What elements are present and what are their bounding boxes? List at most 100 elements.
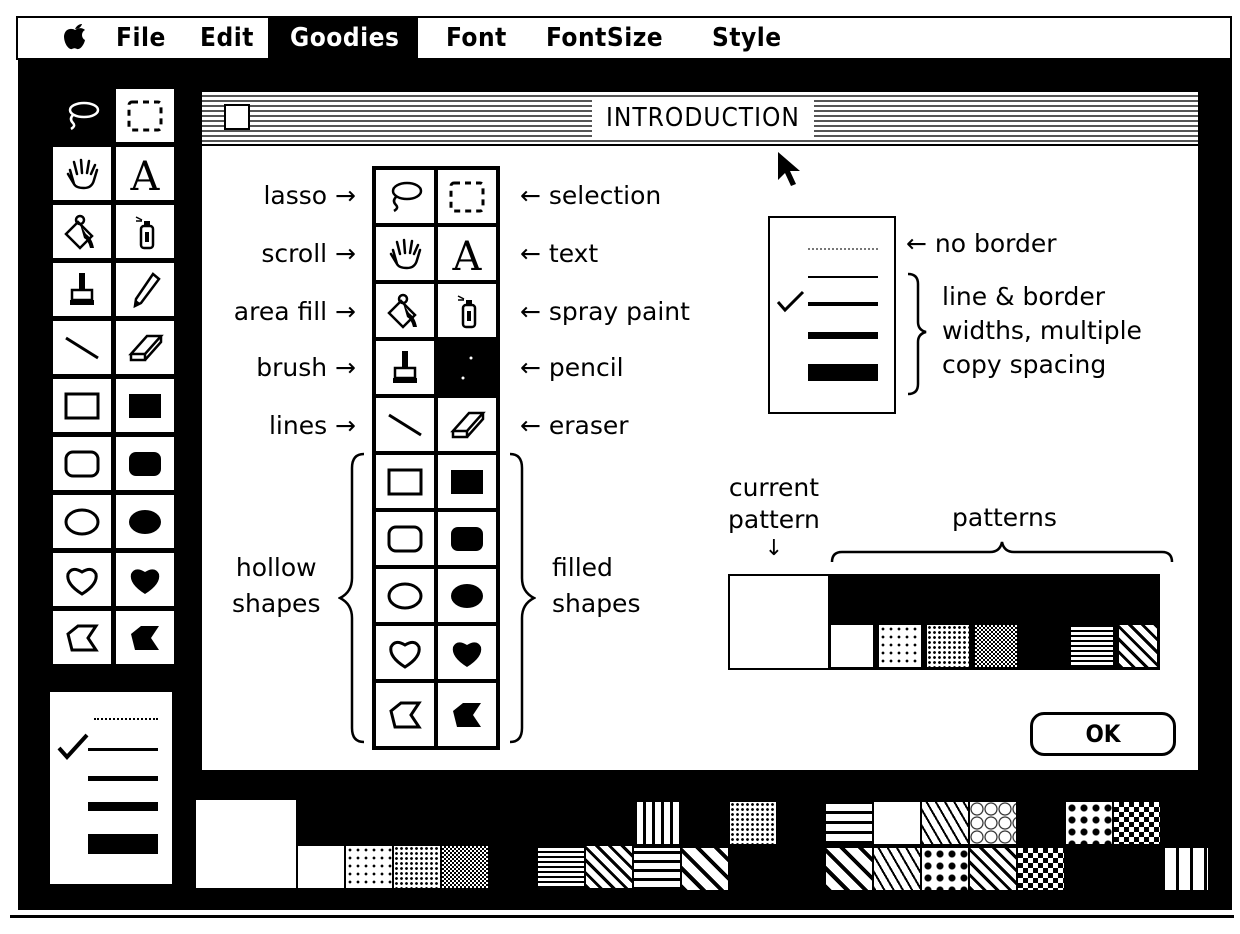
line-width-2[interactable] [88,776,158,781]
menu-font[interactable]: Font [436,18,517,58]
menu-goodies[interactable]: Goodies [268,18,418,58]
checkmark-icon [776,290,805,313]
tool-hollow-polygon[interactable] [52,610,112,665]
pattern-swatch[interactable] [826,802,872,844]
pattern-swatch[interactable] [394,846,440,888]
filled-polygon-icon [131,625,159,650]
pattern-swatch[interactable] [1114,802,1160,844]
menu-edit[interactable]: Edit [190,18,264,58]
line-width-none[interactable] [94,718,158,720]
pattern-swatch[interactable] [730,802,776,844]
filled-roundrect-icon [451,526,483,551]
hollow-rect-icon [387,468,423,495]
tool-hollow-oval[interactable] [52,494,112,549]
pattern-swatch[interactable] [442,846,488,888]
tool-selection[interactable] [115,88,175,143]
tool-filled-rect[interactable] [115,378,175,433]
pattern-swatch[interactable] [634,848,680,890]
pattern-swatch[interactable] [826,848,872,890]
pattern-swatch[interactable] [970,848,1016,890]
tool-brush[interactable] [52,262,112,317]
current-pattern-swatch [746,588,812,648]
hollow-label-line2: shapes [232,589,321,618]
pattern-swatch[interactable] [586,846,632,888]
tool-lasso[interactable] [52,88,112,143]
menu-file[interactable]: File [106,18,176,58]
filled-oval-icon [129,509,161,534]
line-icon [388,413,422,436]
title-bar[interactable]: INTRODUCTION [202,92,1198,146]
label-lasso: lasso → [263,181,356,210]
diagram-filled-rect [436,453,498,510]
current-pattern-label: current pattern ↓ [728,472,820,562]
pattern-swatch [974,624,1018,668]
tool-area-fill[interactable] [52,204,112,259]
text-a-icon: A [130,154,161,194]
pattern-swatch[interactable] [346,846,392,888]
pattern-swatch[interactable] [1114,848,1160,890]
pattern-swatch[interactable] [1162,848,1208,890]
pattern-swatch [1118,624,1158,668]
tool-filled-roundrect[interactable] [115,436,175,491]
filled-heart-icon [452,641,482,667]
pattern-swatch[interactable] [538,846,584,888]
tool-hollow-freeform[interactable] [52,552,112,607]
pattern-swatch[interactable] [1162,802,1208,844]
hollow-roundrect-icon [387,525,423,552]
pencil-icon [461,356,473,379]
tool-lines[interactable] [52,320,112,375]
line-width-1[interactable] [88,748,158,751]
text-a-icon: A [452,234,483,274]
selection-icon [449,181,485,212]
menu-style[interactable]: Style [702,18,792,58]
tool-scroll[interactable] [52,146,112,201]
bottom-pattern-grid [634,802,1208,892]
pattern-swatch[interactable] [298,846,344,888]
pattern-swatch[interactable] [778,802,824,844]
pattern-swatch[interactable] [922,848,968,890]
tool-text[interactable]: A [115,146,175,201]
tool-filled-polygon[interactable] [115,610,175,665]
filled-oval-icon [451,583,483,608]
menu-fontsize[interactable]: FontSize [536,18,673,58]
pattern-swatch[interactable] [682,802,728,844]
pattern-swatch[interactable] [922,802,968,844]
ok-button[interactable]: OK [1030,712,1176,756]
pattern-swatch[interactable] [1066,802,1112,844]
tool-pencil[interactable] [115,262,175,317]
pattern-swatch[interactable] [874,802,920,844]
line-width-3[interactable] [88,802,158,811]
pattern-swatch[interactable] [874,848,920,890]
pattern-swatch[interactable] [1018,802,1064,844]
tool-spray-paint[interactable] [115,204,175,259]
pattern-swatch[interactable] [682,848,728,890]
tool-hollow-roundrect[interactable] [52,436,112,491]
spray-can-icon [457,294,477,328]
pattern-swatch[interactable] [778,848,824,890]
pattern-swatch[interactable] [1018,848,1064,890]
paint-bucket-icon [387,293,417,329]
tool-eraser[interactable] [115,320,175,375]
line-width-4[interactable] [88,834,158,854]
tool-hollow-rect[interactable] [52,378,112,433]
pattern-swatch[interactable] [634,802,680,844]
pattern-swatch[interactable] [1066,848,1112,890]
label-pencil: ← pencil [520,353,624,382]
label-eraser: ← eraser [520,411,629,440]
close-box[interactable] [224,104,250,130]
pattern-swatch [878,624,922,668]
apple-menu[interactable] [52,18,98,58]
pattern-swatch[interactable] [970,802,1016,844]
paint-bucket-icon [64,214,94,250]
pattern-swatch [926,624,970,668]
tool-filled-oval[interactable] [115,494,175,549]
legend-width-2 [808,302,878,306]
pattern-swatch[interactable] [730,848,776,890]
pattern-swatch[interactable] [490,846,536,888]
top-brace-icon [830,541,1174,563]
tool-filled-freeform[interactable] [115,552,175,607]
label-brush: brush → [256,353,356,382]
diagram-hollow-polygon [374,681,436,748]
hollow-roundrect-icon [64,450,100,477]
hand-icon [66,158,99,189]
